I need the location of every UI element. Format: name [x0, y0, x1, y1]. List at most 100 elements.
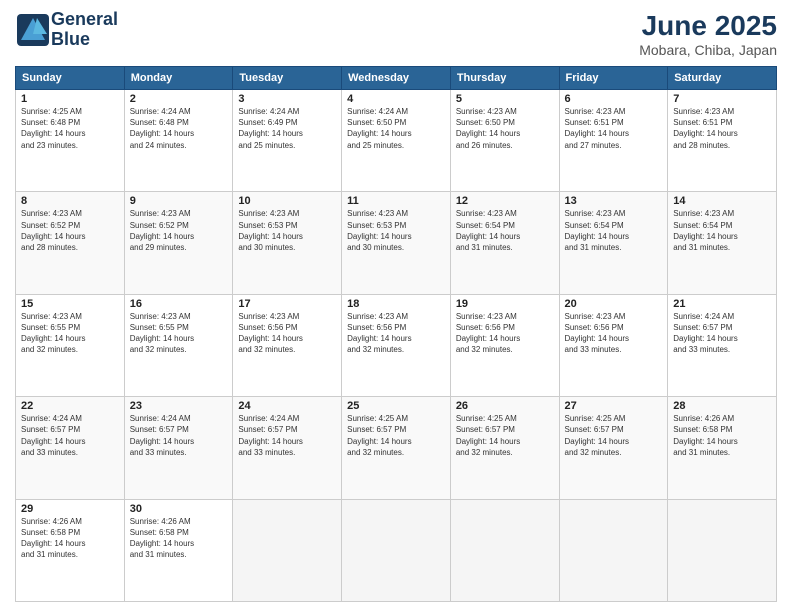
- header: General Blue June 2025 Mobara, Chiba, Ja…: [15, 10, 777, 58]
- day-cell: 6Sunrise: 4:23 AM Sunset: 6:51 PM Daylig…: [559, 90, 668, 192]
- week-row-4: 22Sunrise: 4:24 AM Sunset: 6:57 PM Dayli…: [16, 397, 777, 499]
- day-cell: 21Sunrise: 4:24 AM Sunset: 6:57 PM Dayli…: [668, 294, 777, 396]
- header-row: SundayMondayTuesdayWednesdayThursdayFrid…: [16, 67, 777, 90]
- day-number: 13: [565, 195, 663, 207]
- day-header-wednesday: Wednesday: [342, 67, 451, 90]
- day-number: 15: [21, 298, 119, 310]
- day-number: 23: [130, 400, 228, 412]
- day-info: Sunrise: 4:24 AM Sunset: 6:49 PM Dayligh…: [238, 106, 336, 151]
- day-number: 3: [238, 93, 336, 105]
- day-cell: 25Sunrise: 4:25 AM Sunset: 6:57 PM Dayli…: [342, 397, 451, 499]
- calendar-subtitle: Mobara, Chiba, Japan: [639, 42, 777, 58]
- day-cell: 4Sunrise: 4:24 AM Sunset: 6:50 PM Daylig…: [342, 90, 451, 192]
- week-row-5: 29Sunrise: 4:26 AM Sunset: 6:58 PM Dayli…: [16, 499, 777, 601]
- day-cell: [342, 499, 451, 601]
- day-info: Sunrise: 4:24 AM Sunset: 6:57 PM Dayligh…: [130, 413, 228, 458]
- day-cell: 24Sunrise: 4:24 AM Sunset: 6:57 PM Dayli…: [233, 397, 342, 499]
- day-cell: 8Sunrise: 4:23 AM Sunset: 6:52 PM Daylig…: [16, 192, 125, 294]
- day-info: Sunrise: 4:25 AM Sunset: 6:57 PM Dayligh…: [456, 413, 554, 458]
- day-info: Sunrise: 4:26 AM Sunset: 6:58 PM Dayligh…: [673, 413, 771, 458]
- day-number: 11: [347, 195, 445, 207]
- calendar-title: June 2025: [639, 10, 777, 42]
- logo: General Blue: [15, 10, 118, 50]
- logo-text: General Blue: [51, 10, 118, 50]
- week-row-2: 8 Sunrise: 4:23 AM Sunset: 6:52 PM Daylig…: [16, 192, 777, 294]
- day-info: Sunrise: 4:23 AM Sunset: 6:55 PM Dayligh…: [130, 311, 228, 356]
- day-number: 29: [21, 503, 119, 515]
- day-number: 25: [347, 400, 445, 412]
- day-info: Sunrise: 4:23 AM Sunset: 6:53 PM Dayligh…: [238, 208, 336, 253]
- day-cell: [668, 499, 777, 601]
- day-info: Sunrise: 4:23 AM Sunset: 6:52 PM Dayligh…: [130, 208, 228, 253]
- day-info: Sunrise: 4:23 AM Sunset: 6:55 PM Dayligh…: [21, 311, 119, 356]
- day-cell: [233, 499, 342, 601]
- day-info: Sunrise: 4:23 AM Sunset: 6:56 PM Dayligh…: [456, 311, 554, 356]
- day-info: Sunrise: 4:24 AM Sunset: 6:57 PM Dayligh…: [238, 413, 336, 458]
- day-info: Sunrise: 4:23 AM Sunset: 6:51 PM Dayligh…: [565, 106, 663, 151]
- day-cell: 23Sunrise: 4:24 AM Sunset: 6:57 PM Dayli…: [124, 397, 233, 499]
- day-number: 17: [238, 298, 336, 310]
- day-info: Sunrise: 4:26 AM Sunset: 6:58 PM Dayligh…: [21, 516, 119, 561]
- day-number: 1: [21, 93, 119, 105]
- day-info: Sunrise: 4:25 AM Sunset: 6:57 PM Dayligh…: [565, 413, 663, 458]
- day-info: Sunrise: 4:25 AM Sunset: 6:57 PM Dayligh…: [347, 413, 445, 458]
- day-cell: 17Sunrise: 4:23 AM Sunset: 6:56 PM Dayli…: [233, 294, 342, 396]
- day-header-tuesday: Tuesday: [233, 67, 342, 90]
- day-cell: 1Sunrise: 4:25 AM Sunset: 6:48 PM Daylig…: [16, 90, 125, 192]
- day-cell: 14Sunrise: 4:23 AM Sunset: 6:54 PM Dayli…: [668, 192, 777, 294]
- day-cell: 9Sunrise: 4:23 AM Sunset: 6:52 PM Daylig…: [124, 192, 233, 294]
- day-number: 22: [21, 400, 119, 412]
- day-number: 19: [456, 298, 554, 310]
- day-info: Sunrise: 4:23 AM Sunset: 6:54 PM Dayligh…: [456, 208, 554, 253]
- page: General Blue June 2025 Mobara, Chiba, Ja…: [0, 0, 792, 612]
- day-cell: 16Sunrise: 4:23 AM Sunset: 6:55 PM Dayli…: [124, 294, 233, 396]
- day-cell: [559, 499, 668, 601]
- calendar-table: SundayMondayTuesdayWednesdayThursdayFrid…: [15, 66, 777, 602]
- day-info: Sunrise: 4:24 AM Sunset: 6:57 PM Dayligh…: [673, 311, 771, 356]
- day-cell: 27Sunrise: 4:25 AM Sunset: 6:57 PM Dayli…: [559, 397, 668, 499]
- day-cell: 18Sunrise: 4:23 AM Sunset: 6:56 PM Dayli…: [342, 294, 451, 396]
- day-cell: 30Sunrise: 4:26 AM Sunset: 6:58 PM Dayli…: [124, 499, 233, 601]
- day-cell: 29Sunrise: 4:26 AM Sunset: 6:58 PM Dayli…: [16, 499, 125, 601]
- day-cell: 11Sunrise: 4:23 AM Sunset: 6:53 PM Dayli…: [342, 192, 451, 294]
- day-cell: [450, 499, 559, 601]
- day-cell: 3Sunrise: 4:24 AM Sunset: 6:49 PM Daylig…: [233, 90, 342, 192]
- week-row-1: 1Sunrise: 4:25 AM Sunset: 6:48 PM Daylig…: [16, 90, 777, 192]
- day-cell: 26Sunrise: 4:25 AM Sunset: 6:57 PM Dayli…: [450, 397, 559, 499]
- day-info: Sunrise: 4:25 AM Sunset: 6:48 PM Dayligh…: [21, 106, 119, 151]
- day-info: Sunrise: 4:23 AM Sunset: 6:51 PM Dayligh…: [673, 106, 771, 151]
- title-block: June 2025 Mobara, Chiba, Japan: [639, 10, 777, 58]
- day-number: 30: [130, 503, 228, 515]
- day-info: Sunrise: 4:23 AM Sunset: 6:50 PM Dayligh…: [456, 106, 554, 151]
- day-cell: 2Sunrise: 4:24 AM Sunset: 6:48 PM Daylig…: [124, 90, 233, 192]
- day-number: 5: [456, 93, 554, 105]
- day-number: 27: [565, 400, 663, 412]
- day-number: 8: [21, 195, 119, 207]
- day-info: Sunrise: 4:23 AM Sunset: 6:56 PM Dayligh…: [347, 311, 445, 356]
- day-number: 2: [130, 93, 228, 105]
- day-number: 9: [130, 195, 228, 207]
- day-header-thursday: Thursday: [450, 67, 559, 90]
- day-cell: 13Sunrise: 4:23 AM Sunset: 6:54 PM Dayli…: [559, 192, 668, 294]
- day-cell: 28Sunrise: 4:26 AM Sunset: 6:58 PM Dayli…: [668, 397, 777, 499]
- day-number: 26: [456, 400, 554, 412]
- day-number: 6: [565, 93, 663, 105]
- day-info: Sunrise: 4:23 AM Sunset: 6:56 PM Dayligh…: [238, 311, 336, 356]
- day-header-monday: Monday: [124, 67, 233, 90]
- day-number: 20: [565, 298, 663, 310]
- day-info: Sunrise: 4:23 AM Sunset: 6:56 PM Dayligh…: [565, 311, 663, 356]
- day-info: Sunrise: 4:26 AM Sunset: 6:58 PM Dayligh…: [130, 516, 228, 561]
- day-info: Sunrise: 4:23 AM Sunset: 6:54 PM Dayligh…: [565, 208, 663, 253]
- day-info: Sunrise: 4:23 AM Sunset: 6:54 PM Dayligh…: [673, 208, 771, 253]
- day-number: 12: [456, 195, 554, 207]
- day-cell: 12Sunrise: 4:23 AM Sunset: 6:54 PM Dayli…: [450, 192, 559, 294]
- day-header-friday: Friday: [559, 67, 668, 90]
- day-number: 7: [673, 93, 771, 105]
- day-header-sunday: Sunday: [16, 67, 125, 90]
- day-number: 10: [238, 195, 336, 207]
- day-cell: 5Sunrise: 4:23 AM Sunset: 6:50 PM Daylig…: [450, 90, 559, 192]
- day-info: Sunrise: 4:23 AM Sunset: 6:53 PM Dayligh…: [347, 208, 445, 253]
- day-number: 4: [347, 93, 445, 105]
- day-cell: 19Sunrise: 4:23 AM Sunset: 6:56 PM Dayli…: [450, 294, 559, 396]
- day-info: Sunrise: 4:24 AM Sunset: 6:57 PM Dayligh…: [21, 413, 119, 458]
